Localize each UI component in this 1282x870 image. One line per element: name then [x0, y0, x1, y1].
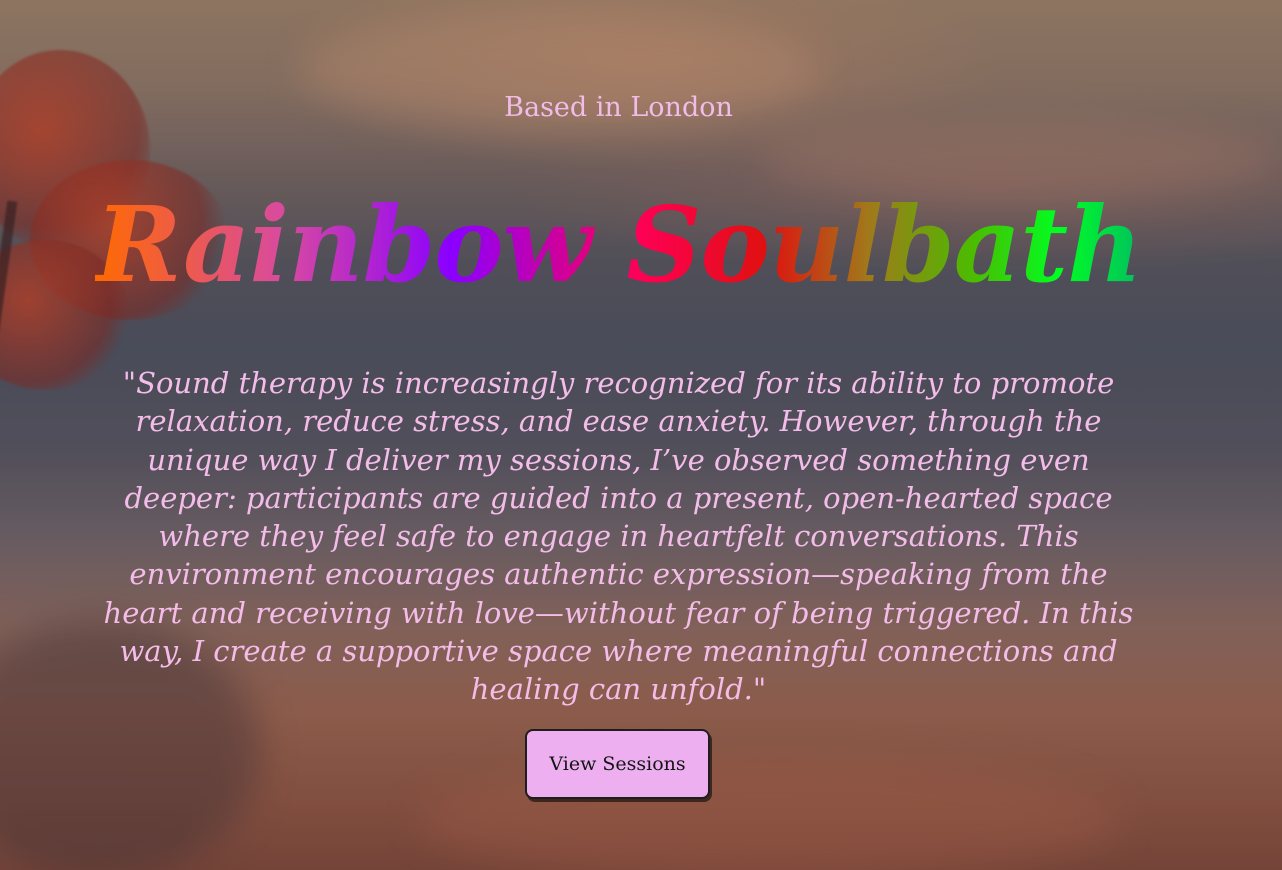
brand-title-text: Rainbow Soulbath: [95, 183, 1142, 306]
testimonial-quote: "Sound therapy is increasingly recognize…: [103, 366, 1134, 707]
view-sessions-button[interactable]: View Sessions: [525, 729, 710, 799]
brand-title: Rainbow Soulbath: [0, 190, 1237, 299]
location-tagline: Based in London: [504, 92, 733, 123]
hero-content: Based in London Rainbow Soulbath "Sound …: [0, 0, 1282, 870]
